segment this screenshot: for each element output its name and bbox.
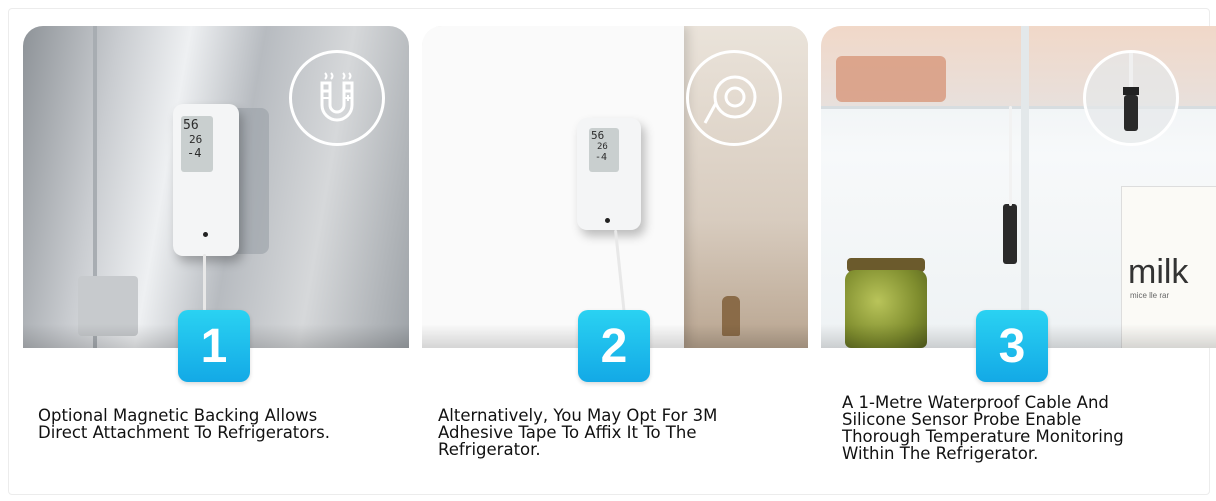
panel-magnetic: 56 26 -4 xyxy=(23,26,409,348)
temp-readout: 26 xyxy=(597,142,608,152)
panel-probe: milk mice lle rar xyxy=(821,26,1216,348)
probe-readout: -4 xyxy=(187,146,202,160)
humidity-readout: 56 xyxy=(183,118,199,133)
step-number-badge: 2 xyxy=(578,310,650,382)
step-caption: Optional Magnetic Backing Allows Direct … xyxy=(38,407,330,441)
magnet-icon xyxy=(320,72,354,122)
caption-line: Optional Magnetic Backing Allows xyxy=(38,406,318,425)
sensor-screen: 56 26 -4 xyxy=(181,116,213,172)
sensor-led xyxy=(203,232,208,237)
caption-line: Adhesive Tape To Affix It To The xyxy=(438,423,697,442)
humidity-readout: 56 xyxy=(591,129,605,142)
panel-adhesive: 56 26 -4 xyxy=(422,26,808,348)
sensor-led xyxy=(605,218,610,223)
probe-icon xyxy=(1123,53,1139,131)
probe-cable xyxy=(1009,106,1012,206)
caption-line: Alternatively, You May Opt For 3M xyxy=(438,406,718,425)
tape-roll-icon xyxy=(703,75,757,124)
tape-badge xyxy=(686,50,782,146)
carton-label: milk xyxy=(1128,253,1189,291)
sensor-device: 56 26 -4 xyxy=(173,104,239,256)
caption-line: Refrigerator. xyxy=(438,440,541,459)
sensor-screen: 56 26 -4 xyxy=(589,128,619,172)
sensor-device: 56 26 -4 xyxy=(577,118,641,230)
probe-badge xyxy=(1083,50,1179,146)
magnet-badge xyxy=(289,50,385,146)
step-caption: A 1-Metre Waterproof Cable And Silicone … xyxy=(842,394,1124,462)
step-number-badge: 1 xyxy=(178,310,250,382)
caption-line: A 1-Metre Waterproof Cable And xyxy=(842,393,1109,412)
sensor-probe xyxy=(1003,204,1017,264)
carton-sublabel: mice lle rar xyxy=(1130,291,1170,300)
caption-line: Thorough Temperature Monitoring xyxy=(842,427,1124,446)
temp-readout: 26 xyxy=(189,133,203,146)
caption-line: Silicone Sensor Probe Enable xyxy=(842,410,1082,429)
caption-line: Within The Refrigerator. xyxy=(842,444,1039,463)
probe-readout: -4 xyxy=(595,152,608,163)
step-number-badge: 3 xyxy=(976,310,1048,382)
step-caption: Alternatively, You May Opt For 3M Adhesi… xyxy=(438,407,717,458)
caption-line: Direct Attachment To Refrigerators. xyxy=(38,423,330,442)
